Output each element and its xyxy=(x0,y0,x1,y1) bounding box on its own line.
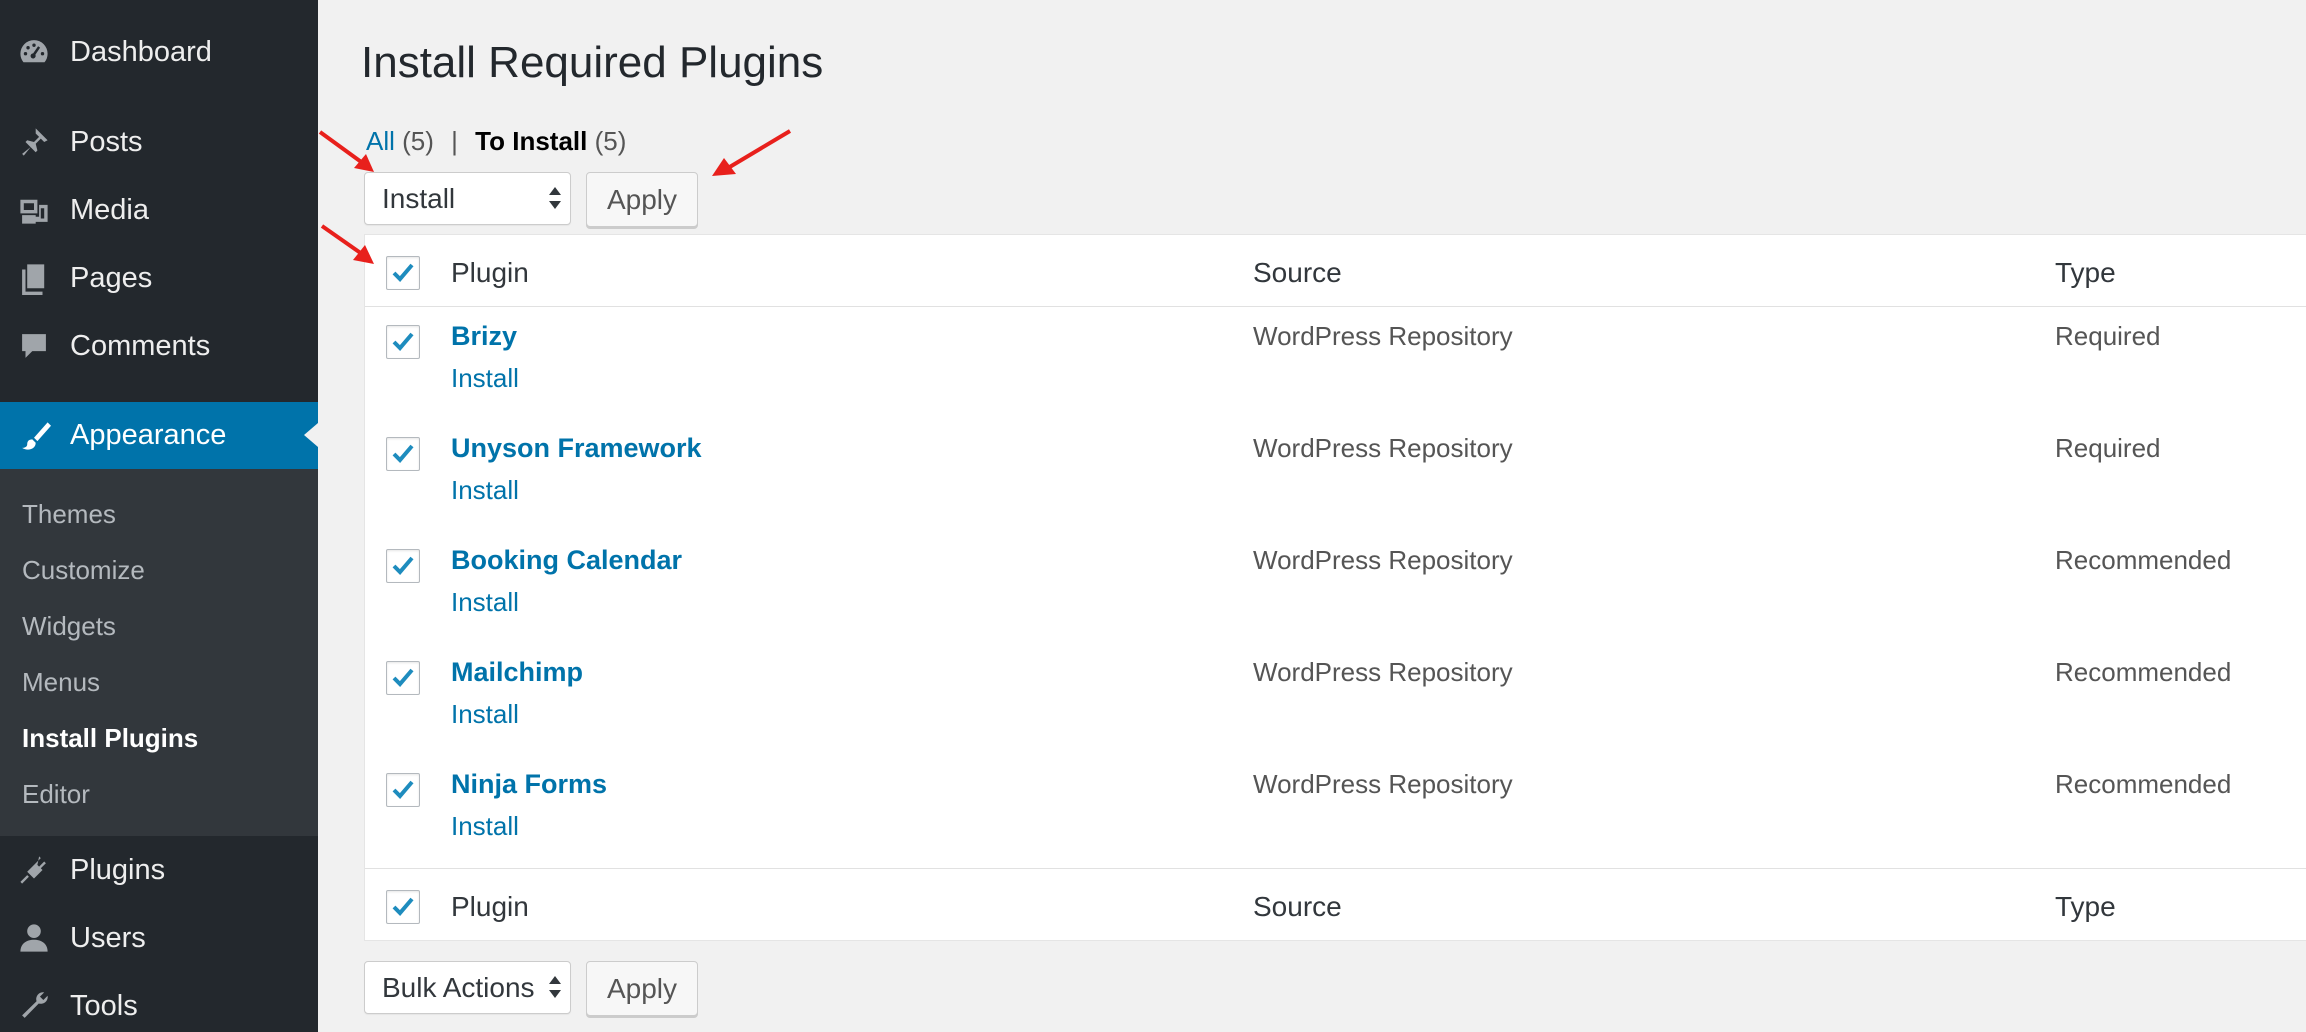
bulk-action-selected-top: Install xyxy=(382,182,456,214)
plugin-type: Required xyxy=(2055,321,2161,351)
column-header-type[interactable]: Type xyxy=(2055,257,2116,289)
table-row: Ninja Forms Install WordPress Repository… xyxy=(365,755,2306,867)
page-title: Install Required Plugins xyxy=(361,38,824,87)
submenu-item-themes[interactable]: Themes xyxy=(22,499,116,530)
sidebar-item-media[interactable]: Media xyxy=(0,188,318,232)
checkmark-icon xyxy=(392,668,414,687)
plugin-type: Required xyxy=(2055,433,2161,463)
plugin-source: WordPress Repository xyxy=(1253,657,1513,687)
view-separator: | xyxy=(451,126,458,156)
sidebar-item-tools[interactable]: Tools xyxy=(0,984,318,1028)
submenu-item-customize[interactable]: Customize xyxy=(22,555,145,586)
sidebar-item-pages[interactable]: Pages xyxy=(0,256,318,300)
checkmark-icon xyxy=(392,897,414,916)
plugin-name-link[interactable]: Mailchimp xyxy=(451,657,583,688)
bulk-action-selected-bottom: Bulk Actions xyxy=(382,971,535,1003)
user-icon xyxy=(16,920,52,956)
submenu-item-install-plugins[interactable]: Install Plugins xyxy=(22,723,198,754)
plugin-source: WordPress Repository xyxy=(1253,545,1513,575)
checkmark-icon xyxy=(392,444,414,463)
sidebar-item-appearance[interactable]: Appearance xyxy=(0,402,318,469)
apply-button-top[interactable]: Apply xyxy=(586,172,698,227)
table-row: Brizy Install WordPress Repository Requi… xyxy=(365,307,2306,419)
plug-icon xyxy=(16,852,52,888)
plugin-source: WordPress Repository xyxy=(1253,433,1513,463)
submenu-item-widgets[interactable]: Widgets xyxy=(22,611,116,642)
appearance-submenu: Themes Customize Widgets Menus Install P… xyxy=(0,469,318,836)
plugins-table: Plugin Source Type Brizy Install WordPre… xyxy=(364,234,2306,941)
plugin-source: WordPress Repository xyxy=(1253,769,1513,799)
admin-sidebar: Dashboard Posts Media Pages Comments App… xyxy=(0,0,318,1032)
comment-icon xyxy=(16,328,52,364)
select-all-checkbox[interactable] xyxy=(386,256,420,290)
annotation-arrow-icon xyxy=(318,130,374,172)
plugin-name-link[interactable]: Ninja Forms xyxy=(451,769,607,800)
plugin-name-link[interactable]: Booking Calendar xyxy=(451,545,682,576)
column-footer-plugin[interactable]: Plugin xyxy=(451,891,529,923)
wrench-icon xyxy=(16,988,52,1024)
paintbrush-icon xyxy=(16,418,52,454)
column-header-source[interactable]: Source xyxy=(1253,257,1342,289)
bulk-action-select-bottom[interactable]: Bulk Actions xyxy=(364,961,571,1014)
install-link[interactable]: Install xyxy=(451,699,519,730)
view-to-install-link[interactable]: To Install xyxy=(475,126,587,156)
select-arrows-icon xyxy=(549,187,561,209)
annotation-arrow-icon xyxy=(320,224,374,264)
submenu-item-menus[interactable]: Menus xyxy=(22,667,100,698)
install-link[interactable]: Install xyxy=(451,363,519,394)
column-header-plugin[interactable]: Plugin xyxy=(451,257,529,289)
install-link[interactable]: Install xyxy=(451,811,519,842)
sidebar-item-comments[interactable]: Comments xyxy=(0,324,318,368)
table-footer: Plugin Source Type xyxy=(365,868,2306,940)
table-row: Mailchimp Install WordPress Repository R… xyxy=(365,643,2306,755)
view-to-install-count: (5) xyxy=(594,126,627,156)
install-link[interactable]: Install xyxy=(451,475,519,506)
select-arrows-icon xyxy=(549,976,561,998)
apply-button-bottom[interactable]: Apply xyxy=(586,961,698,1016)
row-checkbox[interactable] xyxy=(386,325,420,359)
checkmark-icon xyxy=(392,556,414,575)
plugin-name-link[interactable]: Brizy xyxy=(451,321,517,352)
plugin-type: Recommended xyxy=(2055,769,2232,799)
install-link[interactable]: Install xyxy=(451,587,519,618)
pin-icon xyxy=(16,124,52,160)
table-header: Plugin Source Type xyxy=(365,235,2306,307)
sidebar-item-posts[interactable]: Posts xyxy=(0,120,318,164)
row-checkbox[interactable] xyxy=(386,773,420,807)
dashboard-icon xyxy=(16,34,52,70)
plugin-type: Recommended xyxy=(2055,657,2232,687)
view-all-count: (5) xyxy=(402,126,434,156)
checkmark-icon xyxy=(392,332,414,351)
view-filter-links: All (5) | To Install (5) xyxy=(366,126,626,157)
plugin-name-link[interactable]: Unyson Framework xyxy=(451,433,702,464)
media-icon xyxy=(16,192,52,228)
submenu-item-editor[interactable]: Editor xyxy=(22,779,90,810)
sidebar-item-users[interactable]: Users xyxy=(0,916,318,960)
column-footer-source[interactable]: Source xyxy=(1253,891,1342,923)
sidebar-item-plugins[interactable]: Plugins xyxy=(0,848,318,892)
pages-icon xyxy=(16,260,52,296)
table-row: Booking Calendar Install WordPress Repos… xyxy=(365,531,2306,643)
plugin-source: WordPress Repository xyxy=(1253,321,1513,351)
row-checkbox[interactable] xyxy=(386,661,420,695)
select-all-checkbox-footer[interactable] xyxy=(386,890,420,924)
checkmark-icon xyxy=(392,780,414,799)
current-menu-pointer xyxy=(304,423,318,447)
row-checkbox[interactable] xyxy=(386,437,420,471)
column-footer-type[interactable]: Type xyxy=(2055,891,2116,923)
bulk-action-select-top[interactable]: Install xyxy=(364,172,571,225)
sidebar-item-dashboard[interactable]: Dashboard xyxy=(0,30,318,74)
annotation-arrow-icon xyxy=(712,129,792,176)
checkmark-icon xyxy=(392,263,414,282)
plugin-type: Recommended xyxy=(2055,545,2232,575)
table-row: Unyson Framework Install WordPress Repos… xyxy=(365,419,2306,531)
row-checkbox[interactable] xyxy=(386,549,420,583)
